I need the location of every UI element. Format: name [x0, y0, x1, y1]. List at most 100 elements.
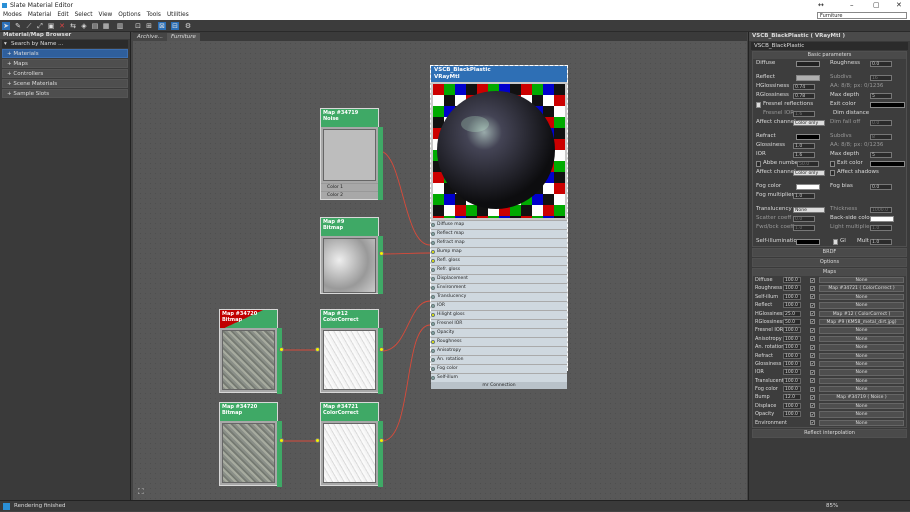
slot-port[interactable] — [431, 331, 435, 335]
hgloss-spinner[interactable]: 0.74 — [793, 83, 815, 90]
map-enable-checkbox[interactable]: ✔ — [810, 327, 815, 333]
map-amount-spinner[interactable]: 100.0 — [783, 369, 801, 376]
put-to-scene-icon[interactable]: ⤢ — [36, 22, 44, 30]
map-amount-spinner[interactable]: 100.0 — [783, 335, 801, 342]
map-slot-button[interactable]: None — [819, 293, 904, 301]
map-enable-checkbox[interactable]: ✔ — [810, 403, 815, 409]
menu-utilities[interactable]: Utilities — [164, 11, 192, 20]
map-enable-checkbox[interactable]: ✔ — [810, 336, 815, 342]
node-colorcorrect-34721[interactable]: Map #34721 ColorCorrect — [320, 402, 383, 487]
slot-port[interactable] — [431, 277, 435, 281]
category-materials[interactable]: + Materials — [2, 49, 128, 58]
material-slot[interactable]: Roughness — [431, 337, 567, 346]
input-port[interactable] — [315, 347, 320, 352]
fog-bias-spinner[interactable]: 0.0 — [870, 183, 892, 190]
layout-all-icon[interactable]: ▦ — [102, 22, 110, 30]
assign-material-icon[interactable]: ⟋ — [25, 22, 33, 30]
node-canvas[interactable]: Map #34719 Noise Color 1 Color 2 Map #9 Bi… — [133, 41, 747, 500]
ior-spinner[interactable]: 1.6 — [793, 151, 815, 158]
slot-port[interactable] — [431, 268, 435, 272]
node-colorcorrect-12[interactable]: Map #12 ColorCorrect — [320, 309, 383, 394]
thickness-spinner[interactable]: 1000.0 — [870, 206, 892, 213]
slot-port[interactable] — [431, 250, 435, 254]
map-amount-spinner[interactable]: 25.0 — [783, 310, 801, 317]
map-slot-button[interactable]: None — [819, 277, 904, 284]
reflect-color-swatch[interactable] — [796, 74, 820, 81]
refract-subdivs-spinner[interactable]: 8 — [870, 133, 892, 140]
node-bitmap-red[interactable]: Map #34720 Bitmap — [219, 309, 282, 394]
map-enable-checkbox[interactable]: ✔ — [810, 411, 815, 417]
map-amount-spinner[interactable]: 100.0 — [783, 411, 801, 418]
show-shaded-icon[interactable]: ◈ — [80, 22, 88, 30]
node-bitmap9[interactable]: Map #9 Bitmap — [320, 217, 383, 294]
material-slot[interactable]: Bump map — [431, 247, 567, 256]
dim-falloff-spinner[interactable]: 0.0 — [870, 119, 892, 126]
fwdbck-spinner[interactable]: 1.0 — [793, 224, 815, 231]
diffuse-color-swatch[interactable] — [796, 60, 820, 67]
map-enable-checkbox[interactable]: ✔ — [810, 294, 815, 300]
restore-icon[interactable]: ↔ — [818, 0, 824, 11]
refract-maxdepth-spinner[interactable]: 5 — [870, 151, 892, 158]
material-slot[interactable]: Opacity — [431, 328, 567, 337]
reflect-maxdepth-spinner[interactable]: 5 — [870, 92, 892, 99]
material-id-icon[interactable]: ⊡ — [134, 22, 142, 30]
map-amount-spinner[interactable]: 100.0 — [783, 277, 801, 283]
navigator-icon[interactable]: ⛶ — [138, 487, 144, 497]
map-amount-spinner[interactable]: 100.0 — [783, 360, 801, 367]
back-side-swatch[interactable] — [870, 215, 894, 222]
menu-material[interactable]: Material — [25, 11, 55, 20]
slot-color2[interactable]: Color 2 — [321, 191, 378, 199]
tab-furniture[interactable]: Furniture — [166, 33, 200, 41]
map-enable-checkbox[interactable]: ✔ — [810, 344, 815, 350]
layout-children-icon[interactable]: ▥ — [116, 22, 124, 30]
slot-port[interactable] — [431, 223, 435, 227]
exit-color-swatch[interactable] — [870, 101, 905, 108]
material-slot[interactable]: Self-illum — [431, 373, 567, 382]
map-slot-button[interactable]: None — [819, 344, 904, 351]
map-enable-checkbox[interactable]: ✔ — [810, 378, 815, 384]
map-enable-checkbox[interactable]: ✔ — [810, 277, 815, 283]
minimize-button[interactable]: – — [850, 0, 854, 11]
map-slot-button[interactable]: None — [819, 386, 904, 393]
mr-connection[interactable]: mr Connection — [431, 382, 567, 389]
menu-edit[interactable]: Edit — [54, 11, 71, 20]
map-enable-checkbox[interactable]: ✔ — [810, 311, 815, 317]
slot-port[interactable] — [431, 322, 435, 326]
menu-modes[interactable]: Modes — [0, 11, 25, 20]
map-amount-spinner[interactable]: 100.0 — [783, 327, 801, 334]
refract-affect-dropdown[interactable]: Color only — [793, 169, 825, 176]
material-slot[interactable]: Refract map — [431, 238, 567, 247]
map-amount-spinner[interactable]: 100.0 — [783, 293, 801, 300]
output-port[interactable] — [379, 251, 384, 256]
gi-checkbox[interactable] — [833, 238, 838, 245]
map-enable-checkbox[interactable]: ✔ — [810, 394, 815, 400]
roughness-spinner[interactable]: 0.0 — [870, 60, 892, 67]
view-selector[interactable]: Furniture — [817, 12, 907, 19]
menu-options[interactable]: Options — [115, 11, 143, 20]
map-enable-checkbox[interactable]: ✔ — [810, 361, 815, 367]
material-slot[interactable]: Hilight gloss — [431, 310, 567, 319]
map-slot-button[interactable]: Map #34721 ( ColorCorrect ) — [819, 285, 904, 292]
input-port[interactable] — [315, 438, 320, 443]
material-slot[interactable]: Environment — [431, 283, 567, 292]
pick-material-icon[interactable]: ✎ — [14, 22, 22, 30]
select-tool-icon[interactable]: ➤ — [2, 22, 10, 30]
node-noise[interactable]: Map #34719 Noise Color 1 Color 2 — [320, 108, 383, 200]
material-slot[interactable]: Anisotropy — [431, 346, 567, 355]
node-vraymtl[interactable]: VSCB_BlackPlastic VRayMtl Diffuse map Refl… — [430, 65, 568, 389]
map-slot-button[interactable]: None — [819, 360, 904, 368]
fog-color-swatch[interactable] — [796, 183, 820, 190]
output-port[interactable] — [379, 347, 384, 352]
scatter-spinner[interactable]: 0.0 — [793, 215, 815, 222]
material-slot[interactable]: Translucency — [431, 292, 567, 301]
map-enable-checkbox[interactable]: ✔ — [810, 386, 815, 392]
map-slot-button[interactable]: None — [819, 327, 904, 334]
material-slot[interactable]: Fog color — [431, 364, 567, 373]
map-amount-spinner[interactable]: 100.0 — [783, 344, 801, 351]
slot-port[interactable] — [431, 259, 435, 263]
close-button[interactable]: ✕ — [896, 0, 902, 11]
nav-icon[interactable]: ⊟ — [171, 22, 179, 30]
slot-port[interactable] — [431, 349, 435, 353]
slot-color1[interactable]: Color 1 — [321, 183, 378, 191]
slot-port[interactable] — [431, 286, 435, 290]
